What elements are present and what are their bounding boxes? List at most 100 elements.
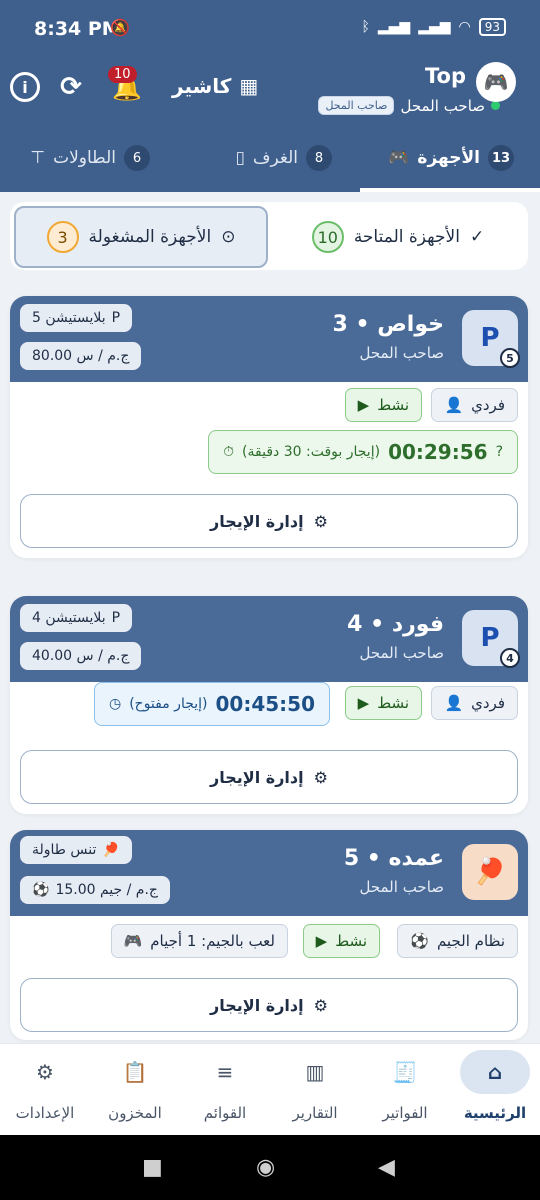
tab-devices-count: 13 <box>488 145 514 171</box>
help-icon: ? <box>495 444 503 460</box>
mode-label: فردي <box>471 694 505 712</box>
nav-menus[interactable]: ≡ القوائم <box>180 1050 270 1130</box>
owner-info: صاحب المحل صاحب المحل <box>318 96 500 115</box>
ball-icon: ⚽ <box>32 882 50 898</box>
available-count: 10 <box>311 221 344 253</box>
door-icon: ▯ <box>235 148 245 168</box>
manage-rental-button[interactable]: إدارة الإيجار ⚙ <box>20 750 518 804</box>
bottom-navigation: ⌂ الرئيسية 🧾 الفواتير ▥ التقارير ≡ القوا… <box>0 1043 540 1135</box>
ball-icon: ⚽ <box>410 932 429 950</box>
mode-tag: 👤 فردي <box>431 388 518 422</box>
mode-label: نظام الجيم <box>436 932 505 950</box>
device-owner: صاحب المحل <box>359 344 444 362</box>
gamepad-avatar-icon[interactable]: 🎮 <box>476 62 516 102</box>
home-button-icon[interactable]: ◉ <box>256 1155 275 1180</box>
chart-icon: ▥ <box>305 1060 325 1084</box>
tab-devices[interactable]: 🎮 الأجهزة 13 <box>388 140 514 176</box>
device-type: بلايستيشن 4 <box>32 610 106 626</box>
nav-settings[interactable]: ⚙ الإعدادات <box>0 1050 90 1130</box>
gear-icon: ⚙ <box>313 767 328 787</box>
device-name: فورد • 4 <box>347 612 444 637</box>
mode-tag: ⚽ نظام الجيم <box>397 924 518 958</box>
gamepad-icon: 🎮 <box>388 148 410 168</box>
manage-label: إدارة الإيجار <box>210 511 304 531</box>
signal-icon-2: ▂▄▆ <box>418 19 451 35</box>
device-name: عمده • 5 <box>343 846 444 871</box>
playstation-icon: P5 <box>462 310 520 368</box>
timer-value: 00:45:50 <box>215 692 316 716</box>
device-number: 4 <box>500 648 520 668</box>
status-label: نشط <box>377 694 409 712</box>
cashier-label: كاشير <box>172 74 232 98</box>
device-card: 🏓 عمده • 5 صاحب المحل تنس طاولة 🏓 ⚽ 15.0… <box>10 830 528 1040</box>
device-rate: 40.00 ج.م / س <box>32 648 130 664</box>
play-icon: ▶ <box>357 396 370 414</box>
manage-rental-button[interactable]: إدارة الإيجار ⚙ <box>20 978 518 1032</box>
clipboard-icon: 📋 <box>122 1060 148 1084</box>
rental-timer: ⏱ (إيجار بوقت: 30 دقيقة) 00:29:56 ? <box>208 430 518 474</box>
nav-reports[interactable]: ▥ التقارير <box>270 1050 360 1130</box>
available-devices-filter[interactable]: 10 الأجهزة المتاحة ✓ <box>272 206 524 268</box>
device-rate: 80.00 ج.م / س <box>32 348 130 364</box>
app-title: Top <box>425 64 466 88</box>
check-circle-icon: ✓ <box>469 227 485 247</box>
info-icon[interactable]: i <box>10 72 40 102</box>
timer-icon: ⏱ <box>223 444 235 460</box>
status-bar: 8:34 PM 🔕 ᛒ ▂▄▆ ▂▄▆ ◠ 93 <box>0 0 540 60</box>
home-icon: ⌂ <box>460 1050 530 1094</box>
tab-devices-label: الأجهزة <box>417 148 480 168</box>
timer-label: (إيجار مفتوح) <box>129 696 208 712</box>
status-label: نشط <box>335 932 367 950</box>
refresh-icon[interactable]: ⟳ <box>56 72 86 102</box>
system-navigation: ■ ◉ ◀ <box>0 1135 540 1200</box>
busy-devices-filter[interactable]: 3 الأجهزة المشغولة ⊙ <box>14 206 268 268</box>
battery-icon: 93 <box>478 18 506 36</box>
tab-rooms[interactable]: ▯ الغرف 8 <box>236 140 332 176</box>
wifi-icon: ◠ <box>458 19 471 35</box>
nav-invoices-label: الفواتير <box>382 1104 428 1122</box>
device-type-chip: بلايستيشن 5 P <box>20 304 133 332</box>
recent-apps-icon[interactable]: ■ <box>142 1155 163 1180</box>
device-card: P5 خواص • 3 صاحب المحل بلايستيشن 5 P 80.… <box>10 296 528 558</box>
status-tag: ▶ نشط <box>344 686 422 720</box>
nav-inventory[interactable]: 📋 المخزون <box>90 1050 180 1130</box>
tab-rooms-label: الغرف <box>252 148 298 168</box>
table-icon: ⊤ <box>30 148 46 168</box>
back-icon[interactable]: ◀ <box>378 1155 395 1180</box>
tab-tables[interactable]: ⊤ الطاولات 6 <box>30 140 150 176</box>
gear-icon: ⚙ <box>313 511 328 531</box>
cashier-button[interactable]: كاشير ▦ <box>172 74 258 98</box>
status-time: 8:34 PM <box>34 18 121 40</box>
mode-label: فردي <box>471 396 505 414</box>
device-rate-chip: 40.00 ج.م / س <box>20 642 142 670</box>
online-indicator <box>491 101 500 110</box>
tab-rooms-count: 8 <box>306 145 332 171</box>
games-tag: 🎮 لعب بالجيم: 1 أجيام <box>110 924 288 958</box>
playstation-small-icon: P <box>111 610 121 626</box>
status-icons: ᛒ ▂▄▆ ▂▄▆ ◠ 93 <box>361 18 506 36</box>
person-icon: 👤 <box>444 396 464 414</box>
gamepad-icon: 🎮 <box>123 932 143 950</box>
nav-inventory-label: المخزون <box>108 1104 162 1122</box>
nav-home[interactable]: ⌂ الرئيسية <box>450 1050 540 1130</box>
menu-icon: ≡ <box>216 1060 234 1084</box>
category-tabs: 🎮 الأجهزة 13 ▯ الغرف 8 ⊤ الطاولات 6 <box>0 120 540 192</box>
rental-timer: ◷ (إيجار مفتوح) 00:45:50 <box>93 682 330 726</box>
owner-chip: صاحب المحل <box>318 96 395 115</box>
busy-label: الأجهزة المشغولة <box>88 227 212 247</box>
nav-menus-label: القوائم <box>203 1104 247 1122</box>
device-owner: صاحب المحل <box>359 644 444 662</box>
notification-count: 10 <box>108 66 137 83</box>
invoice-icon: 🧾 <box>392 1060 418 1084</box>
device-rate: 15.00 ج.م / جيم <box>55 882 158 898</box>
gear-icon: ⚙ <box>36 1060 54 1084</box>
app-header: i ⟳ 🔔 10 كاشير ▦ Top صاحب المحل صاحب الم… <box>0 60 540 120</box>
playstation-icon: P4 <box>462 610 520 668</box>
nav-invoices[interactable]: 🧾 الفواتير <box>360 1050 450 1130</box>
manage-label: إدارة الإيجار <box>210 767 304 787</box>
busy-count: 3 <box>46 221 79 253</box>
active-tab-indicator <box>360 188 540 192</box>
manage-rental-button[interactable]: إدارة الإيجار ⚙ <box>20 494 518 548</box>
device-type: تنس طاولة <box>32 842 97 858</box>
signal-icon: ▂▄▆ <box>377 19 411 35</box>
